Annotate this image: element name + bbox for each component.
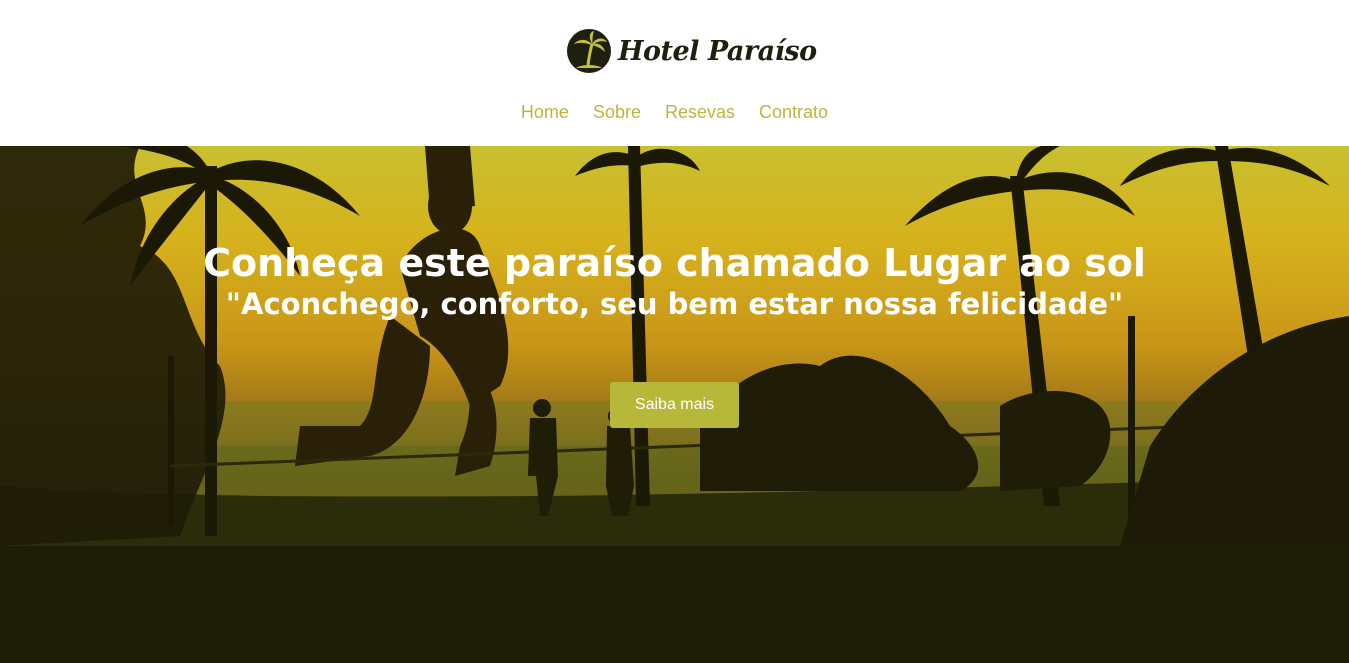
nav-home[interactable]: Home [521, 102, 569, 123]
nav-contrato[interactable]: Contrato [759, 102, 828, 123]
saiba-mais-button[interactable]: Saiba mais [610, 382, 739, 428]
palm-tree-icon [567, 29, 611, 73]
site-header: Hotel Paraíso Home Sobre Resevas Contrat… [0, 0, 1349, 146]
hero-subtitle: "Aconchego, conforto, seu bem estar noss… [225, 287, 1124, 321]
brand-logo[interactable]: Hotel Paraíso [566, 27, 817, 75]
hero-banner: Conheça este paraíso chamado Lugar ao so… [0, 146, 1349, 663]
main-nav: Home Sobre Resevas Contrato [0, 102, 1349, 123]
nav-resevas[interactable]: Resevas [665, 102, 735, 123]
hero-title: Conheça este paraíso chamado Lugar ao so… [203, 241, 1146, 285]
brand-name: Hotel Paraíso [618, 35, 817, 67]
nav-sobre[interactable]: Sobre [593, 102, 641, 123]
